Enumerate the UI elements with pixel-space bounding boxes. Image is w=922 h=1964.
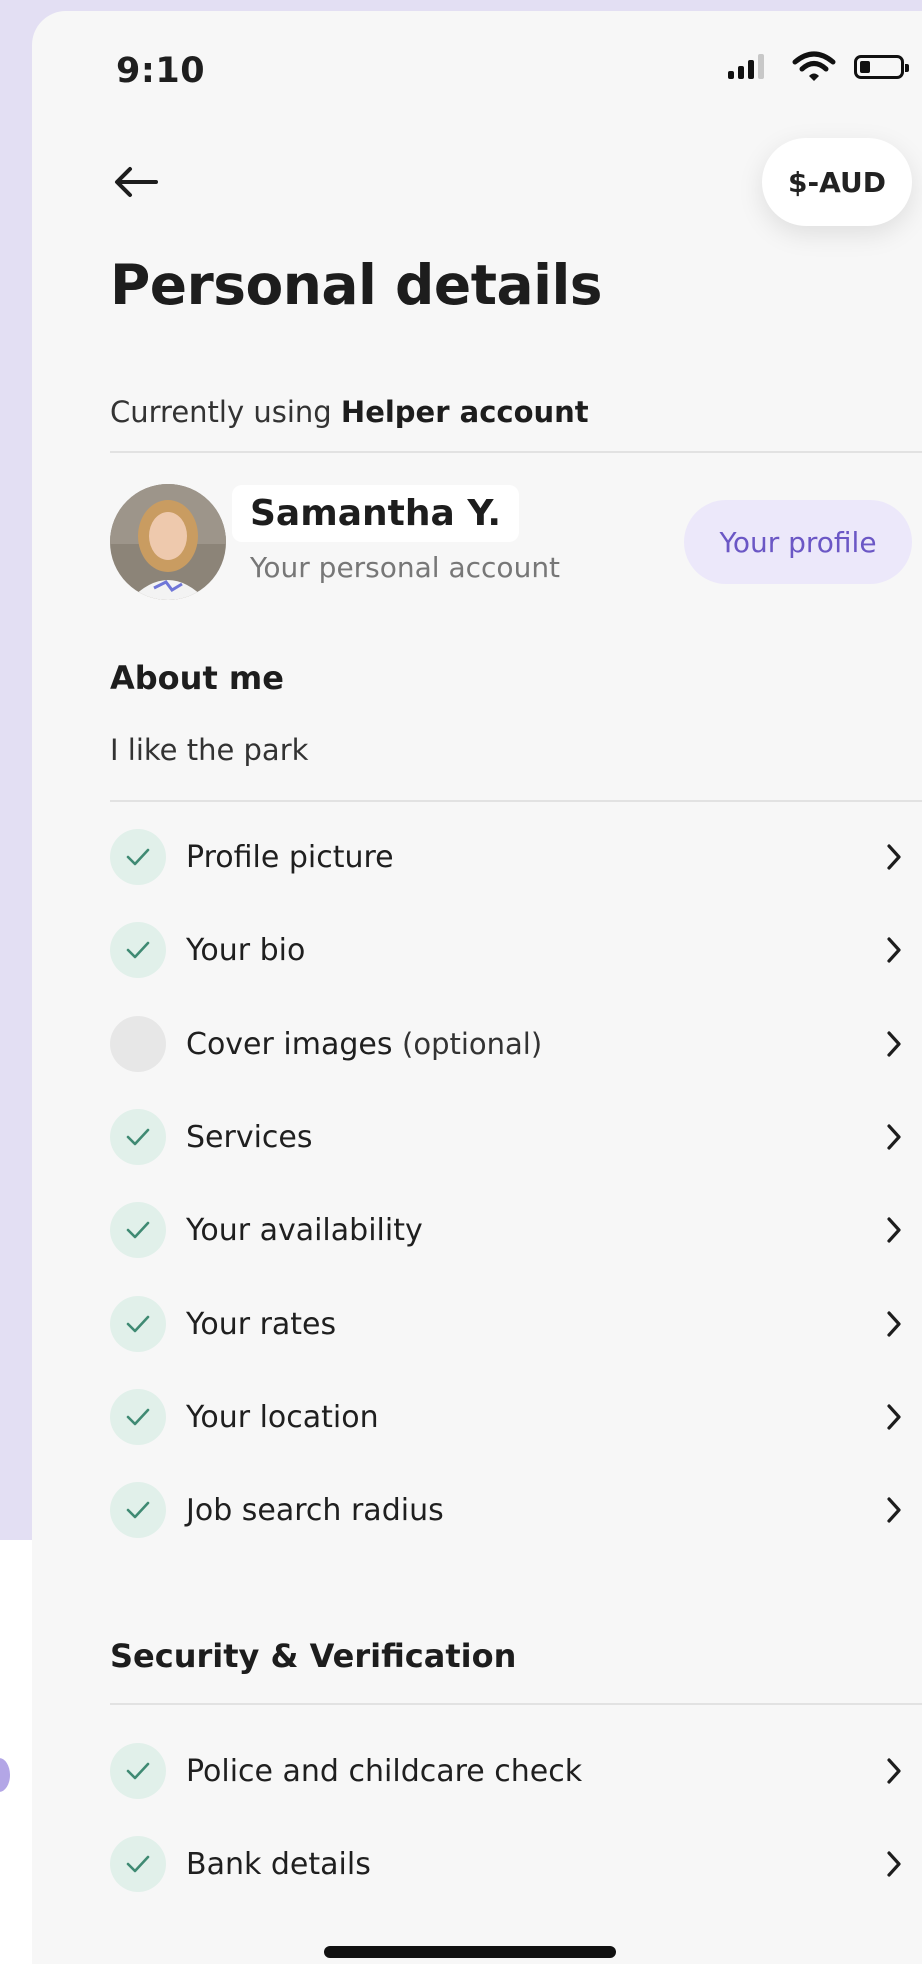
status-time: 9:10 (116, 51, 206, 91)
your-profile-button[interactable]: Your profile (684, 500, 912, 584)
item-label: Your location (186, 1399, 379, 1435)
check-icon (110, 1743, 166, 1799)
user-name: Samantha Y. (232, 485, 520, 542)
item-cover-images[interactable]: Cover images (optional) (110, 1013, 922, 1075)
item-optional-tag: (optional) (402, 1026, 543, 1061)
check-icon (110, 829, 166, 885)
page-title: Personal details (110, 253, 603, 317)
incomplete-circle-icon (110, 1016, 166, 1072)
arrow-left-icon (115, 167, 158, 197)
chevron-right-icon (876, 1119, 912, 1155)
chevron-right-icon (876, 932, 912, 968)
wifi-icon (792, 51, 836, 83)
chevron-right-icon (876, 1492, 912, 1528)
home-indicator[interactable] (324, 1946, 616, 1958)
divider (110, 800, 922, 802)
item-label-text: Cover images (186, 1026, 393, 1062)
back-button[interactable] (108, 157, 164, 207)
chevron-right-icon (876, 1306, 912, 1342)
battery-icon (854, 55, 909, 79)
signal-icon (728, 51, 770, 83)
item-label: Profile picture (186, 839, 394, 875)
divider (110, 451, 922, 453)
avatar (110, 484, 226, 600)
account-subtitle: Your personal account (250, 551, 561, 584)
check-icon (110, 1202, 166, 1258)
item-profile-picture[interactable]: Profile picture (110, 826, 922, 888)
divider (110, 1703, 922, 1705)
chevron-right-icon (876, 1026, 912, 1062)
item-bank-details[interactable]: Bank details (110, 1833, 922, 1895)
chevron-right-icon (876, 1212, 912, 1248)
check-icon (110, 1482, 166, 1538)
item-label: Your bio (186, 932, 306, 968)
account-type-line: Currently using Helper account (110, 395, 589, 429)
check-icon (110, 1109, 166, 1165)
account-type: Helper account (340, 395, 589, 429)
about-text: I like the park (110, 733, 309, 767)
check-icon (110, 1836, 166, 1892)
check-icon (110, 922, 166, 978)
item-police-childcare-check[interactable]: Police and childcare check (110, 1740, 922, 1802)
item-your-rates[interactable]: Your rates (110, 1293, 922, 1355)
chevron-right-icon (876, 839, 912, 875)
item-label: Your availability (186, 1212, 423, 1248)
about-heading: About me (110, 659, 284, 697)
chevron-right-icon (876, 1753, 912, 1789)
item-label: Job search radius (186, 1492, 444, 1528)
item-label: Your rates (186, 1306, 337, 1342)
check-icon (110, 1296, 166, 1352)
item-label: Police and childcare check (186, 1753, 583, 1789)
item-your-bio[interactable]: Your bio (110, 919, 922, 981)
item-services[interactable]: Services (110, 1106, 922, 1168)
item-your-location[interactable]: Your location (110, 1386, 922, 1448)
item-job-search-radius[interactable]: Job search radius (110, 1479, 922, 1541)
item-label: Services (186, 1119, 313, 1155)
chevron-right-icon (876, 1399, 912, 1435)
account-prefix: Currently using (110, 395, 332, 429)
currency-button[interactable]: $-AUD (762, 138, 912, 226)
item-label: Bank details (186, 1846, 371, 1882)
chevron-right-icon (876, 1846, 912, 1882)
security-heading: Security & Verification (110, 1637, 517, 1675)
item-your-availability[interactable]: Your availability (110, 1199, 922, 1261)
item-label: Cover images (optional) (186, 1027, 876, 1062)
phone-screen: 9:10 $-AUD Personal details Currently us… (32, 11, 922, 1964)
check-icon (110, 1389, 166, 1445)
